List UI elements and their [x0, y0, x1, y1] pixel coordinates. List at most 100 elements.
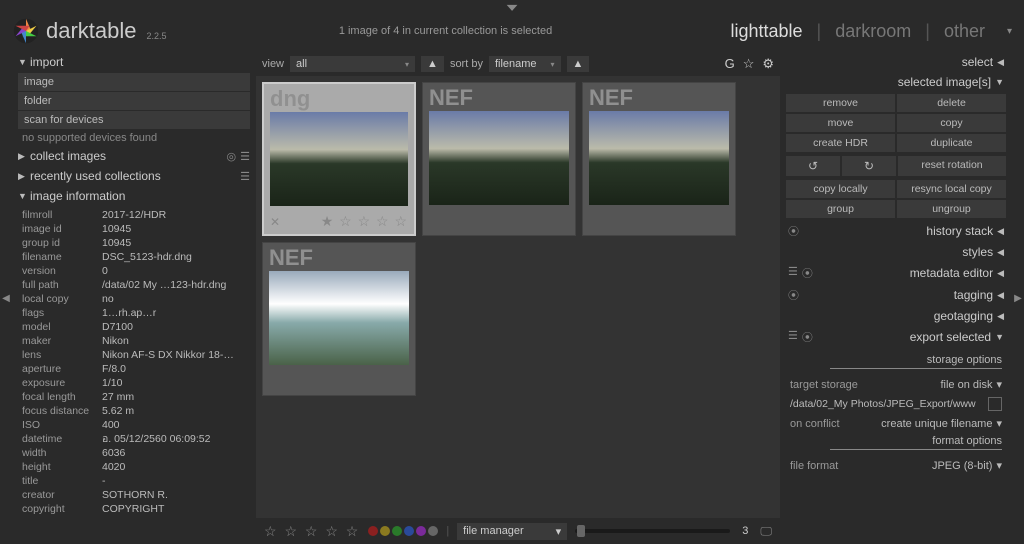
- mode-other[interactable]: other: [938, 19, 991, 44]
- sort-asc-button[interactable]: ▲: [567, 56, 590, 72]
- rating-stars[interactable]: ☆ ☆ ☆ ☆ ☆: [264, 523, 360, 540]
- styles-header[interactable]: styles◀: [782, 242, 1010, 262]
- move-button[interactable]: move: [786, 114, 895, 132]
- app-logo: darktable 2.2.5: [12, 17, 167, 45]
- recent-header[interactable]: ▶ recently used collections ☰: [14, 166, 254, 186]
- reject-icon[interactable]: ✕: [270, 215, 280, 229]
- export-header[interactable]: ☰⦿export selected▼: [782, 326, 1010, 348]
- metadata-header[interactable]: ☰⦿metadata editor◀: [782, 262, 1010, 284]
- color-dot[interactable]: [368, 526, 378, 536]
- reset-icon[interactable]: ⦿: [788, 223, 799, 239]
- thumb-preview: [589, 111, 729, 205]
- mode-switcher: lighttable | darkroom | other ▾: [724, 19, 1012, 44]
- star-icon[interactable]: ☆: [743, 56, 755, 72]
- layout-select[interactable]: file manager▾: [457, 523, 567, 540]
- info-row: creatorSOTHORN R.: [22, 488, 246, 502]
- color-labels[interactable]: [368, 526, 438, 536]
- file-format-label: file format: [790, 460, 838, 472]
- duplicate-button[interactable]: duplicate: [897, 134, 1006, 152]
- target-storage-label: target storage: [790, 379, 858, 391]
- info-row: lensNikon AF-S DX Nikkor 18-…: [22, 348, 246, 362]
- thumb-format-label: NEF: [269, 245, 313, 271]
- delete-button[interactable]: delete: [897, 94, 1006, 112]
- thumbnail[interactable]: NEF: [582, 82, 736, 236]
- copy-button[interactable]: copy: [897, 114, 1006, 132]
- view-label: view: [262, 58, 284, 70]
- target-storage-select[interactable]: file on disk ▾: [940, 378, 1002, 391]
- caret-right-icon: ▶: [18, 171, 30, 182]
- info-row: version0: [22, 264, 246, 278]
- format-options-title: format options: [830, 433, 1002, 450]
- thumb-preview: [429, 111, 569, 205]
- info-header[interactable]: ▼ image information: [14, 186, 254, 206]
- right-collapse-handle[interactable]: ▶: [1012, 52, 1024, 544]
- import-image-button[interactable]: image: [18, 73, 250, 91]
- ungroup-button[interactable]: ungroup: [897, 200, 1006, 218]
- caret-right-icon: ▶: [18, 151, 30, 162]
- reset-icon[interactable]: ⦿: [802, 329, 813, 345]
- color-dot[interactable]: [392, 526, 402, 536]
- thumbnail[interactable]: dng ✕ ★ ☆ ☆ ☆ ☆: [262, 82, 416, 236]
- info-row: height4020: [22, 460, 246, 474]
- reset-icon[interactable]: ⦿: [788, 287, 799, 303]
- info-row: full path/data/02 My …123-hdr.dng: [22, 278, 246, 292]
- zoom-slider[interactable]: [575, 529, 730, 533]
- browse-button[interactable]: [988, 397, 1002, 411]
- menu-icon[interactable]: ☰: [240, 150, 250, 163]
- reset-icon[interactable]: ⦿: [802, 265, 813, 281]
- conflict-select[interactable]: create unique filename ▾: [881, 417, 1002, 430]
- resync-button[interactable]: resync local copy: [897, 180, 1006, 198]
- aperture-icon: [12, 17, 40, 45]
- view-asc-button[interactable]: ▲: [421, 56, 444, 72]
- mode-dropdown-icon[interactable]: ▾: [1007, 26, 1012, 37]
- screen-icon[interactable]: 🖵: [760, 524, 772, 539]
- reset-rotation-button[interactable]: reset rotation: [898, 156, 1006, 176]
- gear-icon[interactable]: ⚙: [762, 56, 774, 72]
- geotagging-header[interactable]: geotagging◀: [782, 306, 1010, 326]
- thumbnail-grid: dng ✕ ★ ☆ ☆ ☆ ☆ NEF NEF NEF: [256, 76, 780, 518]
- thumbnail[interactable]: NEF: [262, 242, 416, 396]
- import-folder-button[interactable]: folder: [18, 92, 250, 110]
- rotate-ccw-button[interactable]: ↺: [786, 156, 840, 176]
- import-header[interactable]: ▼ import: [14, 52, 254, 72]
- info-row: flags1…rh.ap…r: [22, 306, 246, 320]
- left-collapse-handle[interactable]: ◀: [0, 52, 12, 544]
- file-format-select[interactable]: JPEG (8-bit) ▾: [932, 459, 1002, 472]
- import-scan-button[interactable]: scan for devices: [18, 111, 250, 129]
- mode-darkroom[interactable]: darkroom: [829, 19, 917, 44]
- color-dot[interactable]: [428, 526, 438, 536]
- menu-icon[interactable]: ☰: [788, 265, 798, 281]
- sort-select[interactable]: filename▾: [489, 56, 561, 72]
- top-expand-handle[interactable]: ▾: [507, 0, 518, 14]
- group-button[interactable]: group: [786, 200, 895, 218]
- thumb-stars[interactable]: ★ ☆ ☆ ☆ ☆: [321, 213, 408, 230]
- info-row: image id10945: [22, 222, 246, 236]
- rotate-cw-button[interactable]: ↻: [842, 156, 896, 176]
- thumb-format-label: NEF: [429, 85, 473, 111]
- color-dot[interactable]: [416, 526, 426, 536]
- history-header[interactable]: ⦿history stack◀: [782, 220, 1010, 242]
- remove-button[interactable]: remove: [786, 94, 895, 112]
- selected-images-header[interactable]: selected image[s]▼: [782, 72, 1010, 92]
- menu-icon[interactable]: ☰: [788, 329, 798, 345]
- color-dot[interactable]: [404, 526, 414, 536]
- info-row: local copyno: [22, 292, 246, 306]
- mode-lighttable[interactable]: lighttable: [724, 19, 808, 44]
- eye-icon[interactable]: ◎: [227, 150, 237, 163]
- storage-options-title: storage options: [830, 352, 1002, 369]
- menu-icon[interactable]: ☰: [240, 170, 250, 183]
- collect-header[interactable]: ▶ collect images ◎☰: [14, 146, 254, 166]
- tagging-header[interactable]: ⦿tagging◀: [782, 284, 1010, 306]
- thumbnail[interactable]: NEF: [422, 82, 576, 236]
- thumb-format-label: dng: [270, 86, 310, 112]
- select-header[interactable]: select◀: [782, 52, 1010, 72]
- export-path-input[interactable]: /data/02_My Photos/JPEG_Export/www: [790, 398, 984, 410]
- group-icon[interactable]: G: [725, 56, 735, 72]
- center-panel: view all▾ ▲ sort by filename▾ ▲ G ☆ ⚙ dn…: [256, 52, 780, 544]
- color-dot[interactable]: [380, 526, 390, 536]
- export-section: storage options target storage file on d…: [782, 348, 1010, 479]
- copy-locally-button[interactable]: copy locally: [786, 180, 895, 198]
- create-hdr-button[interactable]: create HDR: [786, 134, 895, 152]
- view-select[interactable]: all▾: [290, 56, 415, 72]
- thumb-preview: [269, 271, 409, 365]
